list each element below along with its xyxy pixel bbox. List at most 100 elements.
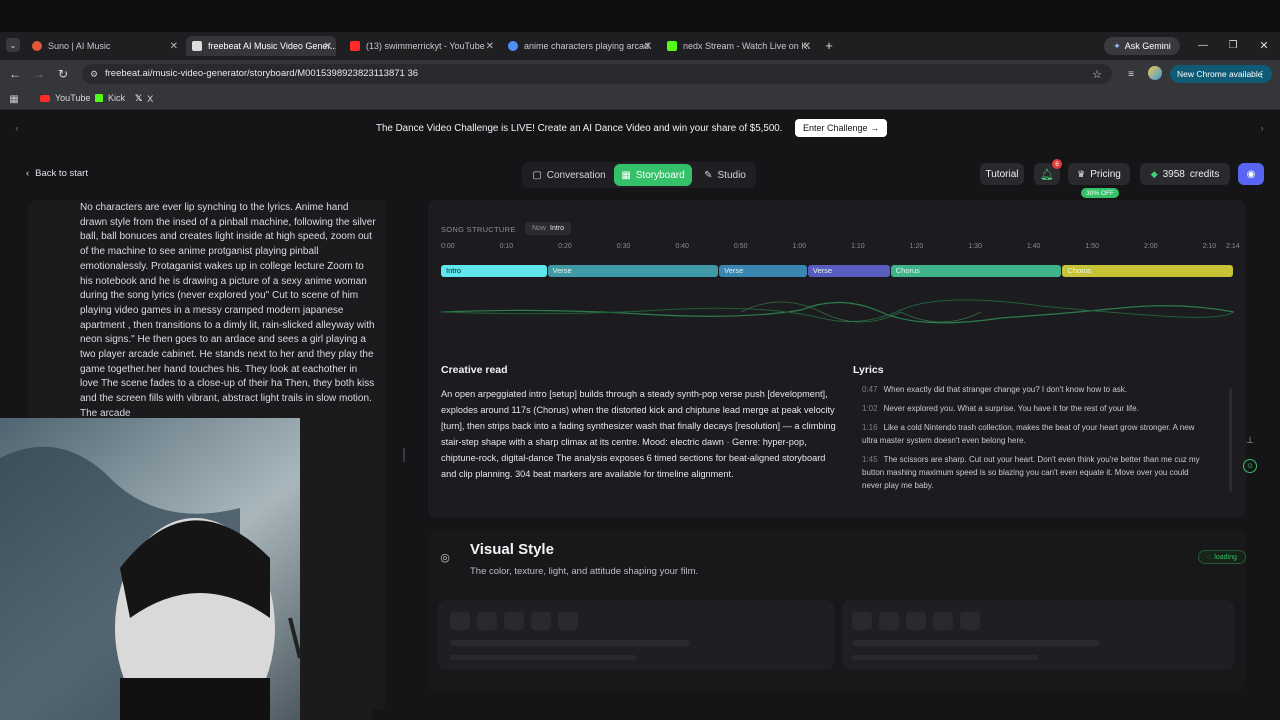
google-favicon-icon [508,41,518,51]
close-window-icon[interactable]: ✕ [1257,38,1271,52]
pricing-label: Pricing [1090,168,1121,180]
close-tab-icon[interactable]: ✕ [486,41,494,52]
timeline-tick-label: 2:00 [1143,243,1158,250]
minimize-icon[interactable]: — [1196,38,1210,52]
lyric-text: Like a cold Nintendo trash collection, m… [862,423,1195,445]
timeline-tick-label: 1:20 [909,243,924,250]
skeleton-chip [879,612,899,630]
skeleton-chip [450,612,470,630]
tab-conversation[interactable]: ▢ Conversation [528,164,610,186]
timeline-tick-label: 0:20 [558,243,572,250]
lyric-text: Never explored you. What a surprise. You… [883,404,1139,413]
lyric-line[interactable]: 1:16 Like a cold Nintendo trash collectio… [862,421,1204,447]
bookmark-star-icon[interactable]: ☆ [1090,67,1104,81]
youtube-icon [40,94,50,102]
reading-list-icon[interactable]: ≡ [1124,67,1138,81]
lyrics-scrollbar[interactable] [1229,388,1232,492]
new-chrome-label: New Chrome available [1177,69,1263,79]
lyrics-title: Lyrics [853,364,884,376]
banner-text: The Dance Video Challenge is LIVE! Creat… [376,123,783,134]
timeline-tick-label: 1:50 [1085,243,1100,250]
freebeat-favicon-icon [192,41,202,51]
skeleton-chip [504,612,524,630]
bookmark-x[interactable]: 𝕏 X [135,93,153,104]
song-section-verse[interactable]: Verse [807,265,890,277]
skeleton-line [450,640,690,646]
url-text[interactable]: freebeat.ai/music-video-generator/storyb… [105,68,418,79]
discord-button[interactable]: ◉ [1238,163,1264,185]
forward-arrow-icon[interactable]: → [32,67,46,81]
apps-grid-icon[interactable]: ▦ [8,93,20,105]
lyric-time: 0:47 [862,385,878,394]
bookmark-youtube[interactable]: YouTube [40,93,90,103]
song-section-intro[interactable]: Intro [441,265,547,277]
tab-google[interactable]: anime characters playing arcad... ✕ [508,36,652,56]
crown-icon: ♛ [1077,168,1086,179]
visual-style-subtitle: The color, texture, light, and attitude … [470,566,699,577]
song-section-verse[interactable]: Verse [547,265,719,277]
lyrics-list[interactable]: 0:47 When exactly did that stranger chang… [853,383,1233,495]
profile-avatar-icon[interactable] [1148,66,1162,80]
back-arrow-icon[interactable]: ← [8,67,22,81]
bookmark-label: YouTube [55,93,91,103]
lyric-time: 1:16 [862,423,878,432]
webcam-feed-image [0,418,372,720]
prompt-text: No characters are ever lip synching to t… [80,202,376,419]
tab-storyboard[interactable]: ▦ Storyboard [614,164,692,186]
skeleton-chip [933,612,953,630]
tab-youtube[interactable]: (13) swimmerrickyt - YouTube ✕ [350,36,494,56]
tab-title: freebeat AI Music Video Gener... [208,41,336,51]
timeline-tick-label: 1:40 [1026,243,1041,250]
lyric-line[interactable]: 1:45 The scissors are sharp. Cut out your… [862,453,1204,492]
spinner-icon: ◌ [1207,553,1212,561]
skeleton-chip [477,612,497,630]
timeline-tick-label: 1:00 [792,243,807,250]
back-to-start-link[interactable]: ‹ Back to start [26,168,88,179]
tab-label: Studio [717,169,746,181]
side-status-icon[interactable]: ⊙ [1243,459,1257,473]
site-info-icon[interactable]: ⚙ [88,67,100,81]
kick-favicon-icon [667,41,677,51]
tab-studio[interactable]: ✎ Studio [698,164,752,186]
lyric-text: When exactly did that stranger change yo… [883,385,1128,394]
tutorial-button[interactable]: Tutorial [980,163,1024,185]
tab-label: Storyboard [635,169,685,181]
restore-icon[interactable]: ❐ [1226,38,1240,52]
new-chrome-badge[interactable]: New Chrome available ⋮ [1170,65,1272,83]
side-tool-icon[interactable]: ⊥ [1243,433,1257,447]
tab-search-icon[interactable]: ⌄ [6,38,20,52]
pricing-button[interactable]: ♛ Pricing [1068,163,1130,185]
credits-count: 3958 [1162,168,1185,180]
creative-read-title: Creative read [441,364,508,376]
song-section-chorus[interactable]: Chorus [1062,265,1233,277]
timeline-tick-label: 0:40 [675,243,689,250]
lyric-line[interactable]: 1:02 Never explored you. What a surprise.… [862,402,1204,415]
now-label: Now [531,225,546,232]
discount-badge: 30% OFF [1081,188,1119,198]
reload-icon[interactable]: ↻ [56,67,70,81]
tab-title: nedx Stream - Watch Live on K... [683,41,811,51]
tab-kick[interactable]: nedx Stream - Watch Live on K... ✕ [667,36,811,56]
song-section-verse[interactable]: Verse [719,265,807,277]
credits-button[interactable]: ◆ 3958 credits [1140,163,1230,185]
enter-challenge-button[interactable]: Enter Challenge → [795,119,887,137]
skeleton-chip [558,612,578,630]
ask-gemini-button[interactable]: ✦ Ask Gemini [1104,37,1180,55]
lyric-line[interactable]: 0:47 When exactly did that stranger chang… [862,383,1204,396]
ask-gemini-label: Ask Gemini [1124,41,1171,51]
close-tab-icon[interactable]: ✕ [803,41,811,52]
palette-icon: ◎ [440,551,450,564]
tab-freebeat[interactable]: freebeat AI Music Video Gener... ✕ [186,36,336,56]
lyric-text: The scissors are sharp. Cut out your hea… [862,455,1200,490]
close-tab-icon[interactable]: ✕ [324,41,332,52]
x-logo-icon: 𝕏 [135,93,143,103]
close-tab-icon[interactable]: ✕ [170,41,178,52]
tab-suno[interactable]: Suno | AI Music ✕ [32,36,178,56]
webcam-overlay [0,418,372,720]
new-tab-icon[interactable]: + [822,38,836,53]
banner-prev-icon[interactable]: ‹ [12,122,22,134]
bookmark-kick[interactable]: Kick [95,93,125,103]
close-tab-icon[interactable]: ✕ [644,41,652,52]
banner-next-icon[interactable]: › [1257,122,1267,134]
song-section-chorus[interactable]: Chorus [890,265,1062,277]
